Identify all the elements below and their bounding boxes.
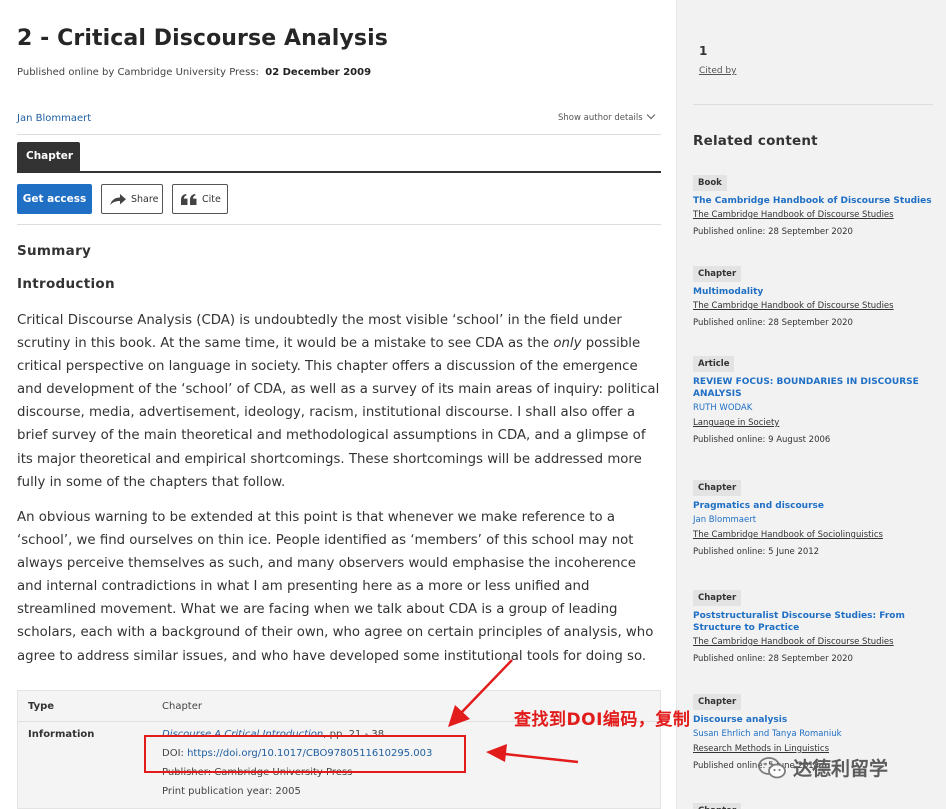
arrow-icon [448, 659, 513, 727]
watermark: 达德利留学 [758, 754, 888, 781]
wechat-icon [758, 756, 786, 778]
watermark-text: 达德利留学 [793, 758, 889, 780]
arrow-icon [486, 744, 579, 764]
annotation-arrows [448, 659, 579, 764]
annotation-text: 查找到DOI编码，复制 [514, 710, 691, 730]
